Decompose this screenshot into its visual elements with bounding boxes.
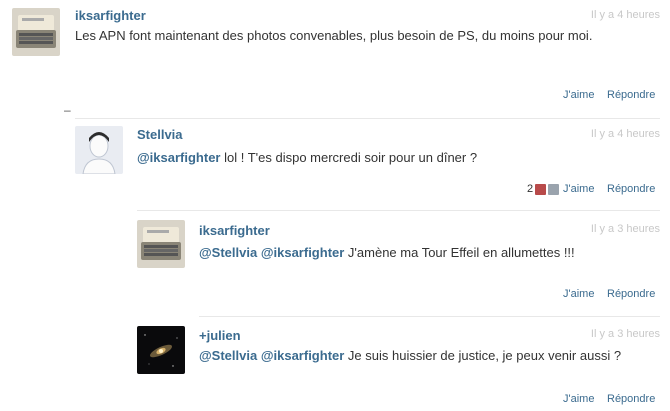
comment-time: Il y a 3 heures	[590, 223, 660, 235]
comment-author[interactable]: iksarfighter	[199, 223, 270, 238]
like-button[interactable]: J'aime	[563, 183, 594, 195]
like-button[interactable]: J'aime	[563, 89, 594, 101]
galaxy-avatar-icon	[137, 326, 185, 374]
liker-avatar-icon[interactable]	[535, 183, 547, 195]
avatar-julien[interactable]	[137, 326, 185, 374]
comment-text: @iksarfighter lol ! T'es dispo mercredi …	[137, 150, 477, 165]
comment-body: J'amène ma Tour Effeil en allumettes !!!	[344, 245, 575, 260]
comment-time: Il y a 4 heures	[590, 9, 660, 21]
comment-text: @Stellvia @iksarfighter Je suis huissier…	[199, 348, 621, 363]
divider	[75, 118, 660, 119]
mention-link[interactable]: @iksarfighter	[261, 245, 344, 260]
reply-button[interactable]: Répondre	[607, 393, 655, 405]
mention-link[interactable]: @Stellvia	[199, 348, 257, 363]
avatar-stellvia[interactable]	[75, 126, 123, 174]
comment-time: Il y a 3 heures	[590, 328, 660, 340]
computer-avatar-icon	[137, 220, 185, 268]
liker-avatar-icon[interactable]	[548, 183, 560, 195]
avatar-iksarfighter[interactable]	[12, 8, 60, 56]
like-count-number: 2	[527, 183, 534, 195]
mention-link[interactable]: @iksarfighter	[137, 150, 220, 165]
comment-text: Les APN font maintenant des photos conve…	[75, 28, 593, 43]
like-count: 2	[527, 183, 560, 195]
comment-body: Je suis huissier de justice, je peux ven…	[344, 348, 622, 363]
computer-avatar-icon	[12, 8, 60, 56]
comment-body: lol ! T'es dispo mercredi soir pour un d…	[220, 150, 478, 165]
comment-text: @Stellvia @iksarfighter J'amène ma Tour …	[199, 245, 575, 260]
avatar-iksarfighter[interactable]	[137, 220, 185, 268]
reply-button[interactable]: Répondre	[607, 288, 655, 300]
reply-button[interactable]: Répondre	[607, 183, 655, 195]
mention-link[interactable]: @iksarfighter	[261, 348, 344, 363]
divider	[199, 316, 660, 317]
reply-button[interactable]: Répondre	[607, 89, 655, 101]
comment-author[interactable]: Stellvia	[137, 127, 183, 142]
mention-link[interactable]: @Stellvia	[199, 245, 257, 260]
comment-author[interactable]: iksarfighter	[75, 8, 146, 23]
divider	[137, 210, 660, 211]
like-button[interactable]: J'aime	[563, 393, 594, 405]
collapse-replies-toggle[interactable]: –	[64, 103, 71, 117]
like-button[interactable]: J'aime	[563, 288, 594, 300]
comment-time: Il y a 4 heures	[590, 128, 660, 140]
person-avatar-icon	[75, 126, 123, 174]
comment-author[interactable]: +julien	[199, 328, 241, 343]
